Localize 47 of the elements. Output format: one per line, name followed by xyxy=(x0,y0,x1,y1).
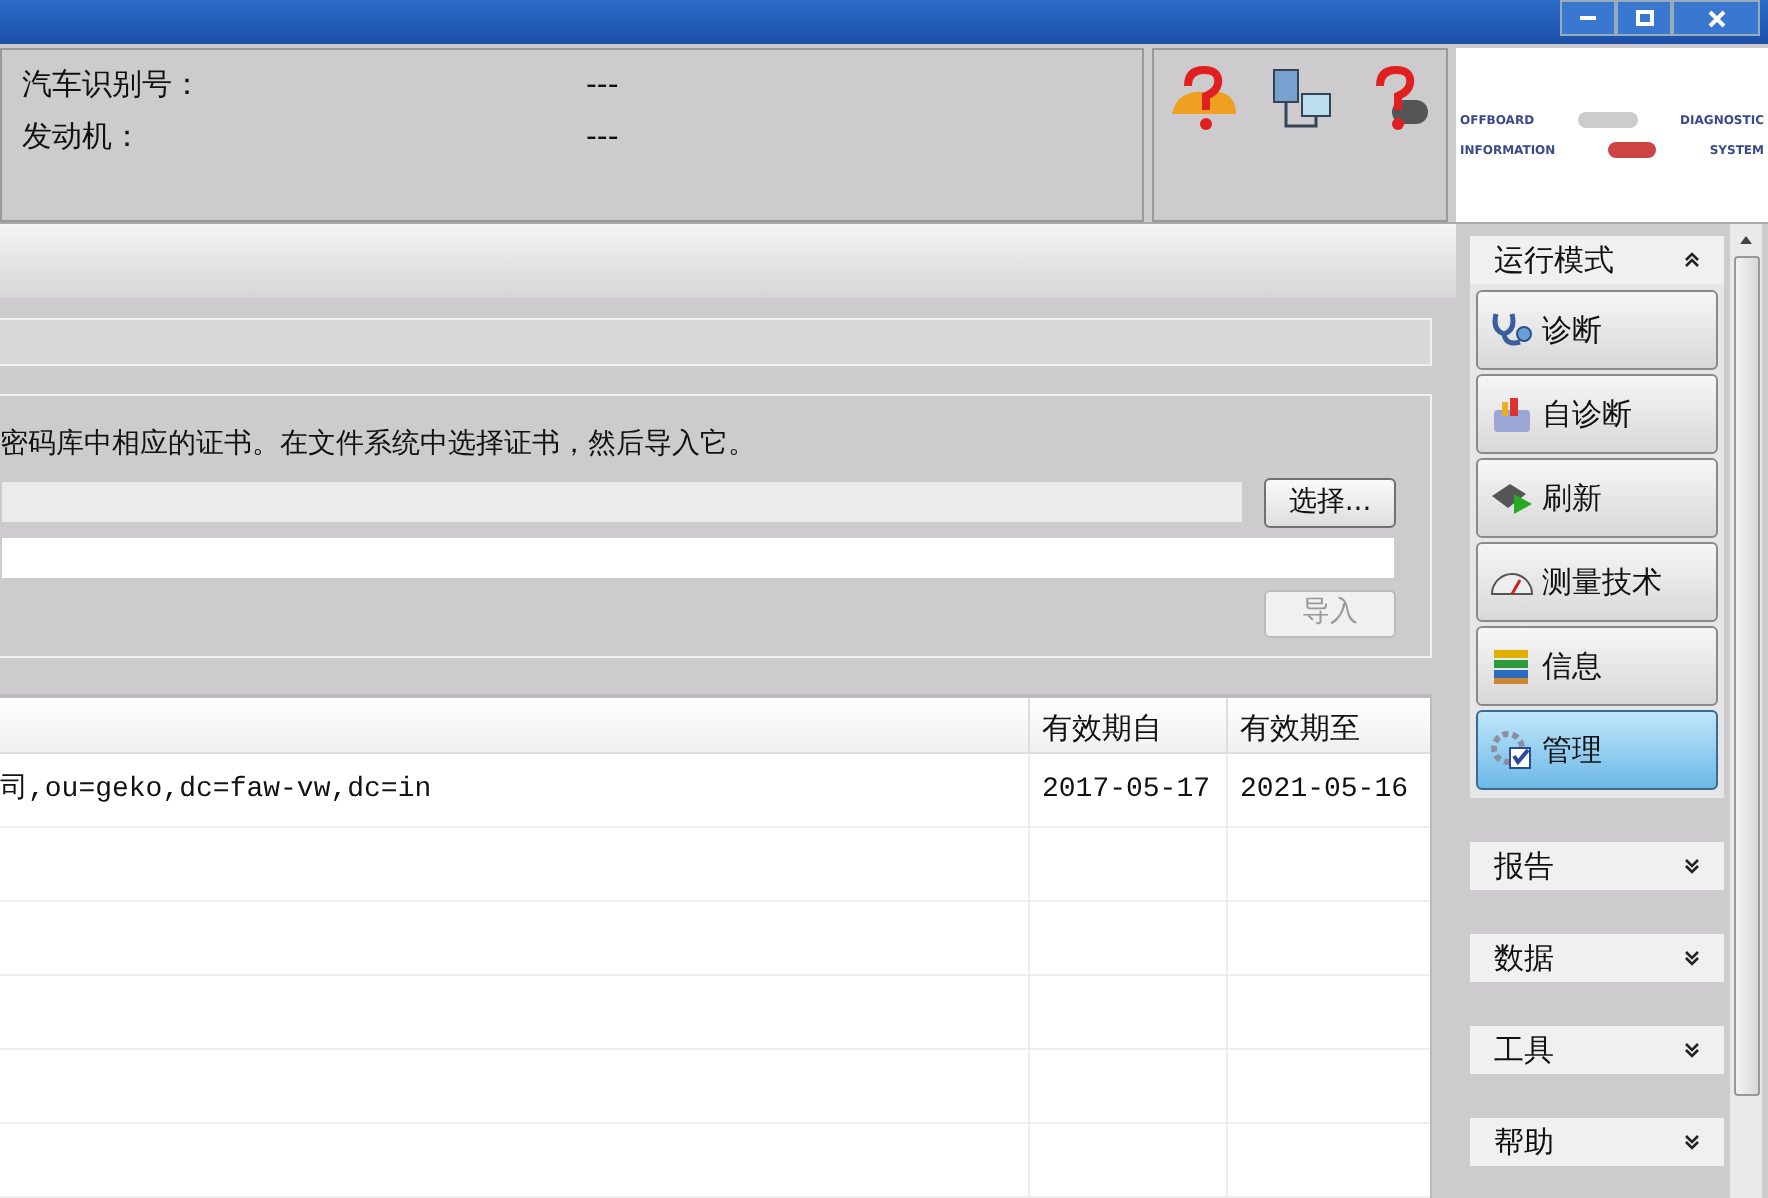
mode-button[interactable]: 信息 xyxy=(1476,626,1718,706)
column-header[interactable]: 有效期自 xyxy=(1030,698,1228,752)
info-value: --- xyxy=(586,115,619,157)
table-cell: 2017-05-17 xyxy=(1030,754,1228,826)
section-header[interactable]: 报告 xyxy=(1470,842,1724,890)
stethoscope-icon xyxy=(1490,310,1534,350)
mode-button[interactable]: 管理 xyxy=(1476,710,1718,790)
table-cell: 司,ou=geko,dc=faw-vw,dc=in xyxy=(0,754,1030,826)
toolbox-icon xyxy=(1490,394,1534,434)
mode-button[interactable]: 测量技术 xyxy=(1476,542,1718,622)
mode-button[interactable]: 诊断 xyxy=(1476,290,1718,370)
expand-chevron-icon xyxy=(1684,1042,1700,1058)
expand-chevron-icon xyxy=(1684,950,1700,966)
car-question-icon[interactable] xyxy=(1168,66,1240,134)
info-label: 汽车识别号： xyxy=(22,64,204,106)
mode-button[interactable]: 刷新 xyxy=(1476,458,1718,538)
password-field[interactable] xyxy=(0,535,1396,580)
network-computer-icon[interactable] xyxy=(1268,66,1336,134)
section-title: 运行模式 xyxy=(1494,239,1614,282)
minimize-button[interactable] xyxy=(1560,0,1616,36)
section-title: 数据 xyxy=(1494,937,1554,980)
close-icon xyxy=(1707,9,1725,27)
section-header[interactable]: 工具 xyxy=(1470,1026,1724,1074)
media-drive-icon xyxy=(1490,478,1534,518)
collapse-chevron-icon xyxy=(1684,252,1700,268)
file-path-field[interactable] xyxy=(0,480,1244,525)
column-header[interactable]: 有效期至 xyxy=(1228,698,1430,752)
gear-checkbox-icon xyxy=(1490,730,1534,770)
close-button[interactable] xyxy=(1672,0,1760,36)
scrollbar-thumb[interactable] xyxy=(1733,256,1759,1096)
books-icon xyxy=(1490,646,1534,686)
table-cell-text: 2021-05-16 xyxy=(1238,771,1411,809)
restore-button[interactable] xyxy=(1616,0,1672,36)
section-header[interactable]: 数据 xyxy=(1470,934,1724,982)
scroll-up-icon[interactable] xyxy=(1738,232,1754,248)
info-label: 发动机： xyxy=(22,115,144,157)
section-header[interactable]: 帮助 xyxy=(1470,1118,1724,1166)
mode-button[interactable]: 自诊断 xyxy=(1476,374,1718,454)
description-text: 密码库中相应的证书。在文件系统中选择证书，然后导入它。 xyxy=(0,425,758,464)
expand-chevron-icon xyxy=(1684,1134,1700,1150)
section-title: 帮助 xyxy=(1494,1121,1554,1164)
info-value: --- xyxy=(586,64,619,106)
section-title: 报告 xyxy=(1494,845,1554,888)
select-button[interactable]: 选择... xyxy=(1264,477,1396,528)
section-title: 工具 xyxy=(1494,1029,1554,1072)
section-header[interactable]: 运行模式 xyxy=(1470,236,1724,284)
expand-chevron-icon xyxy=(1684,858,1700,874)
